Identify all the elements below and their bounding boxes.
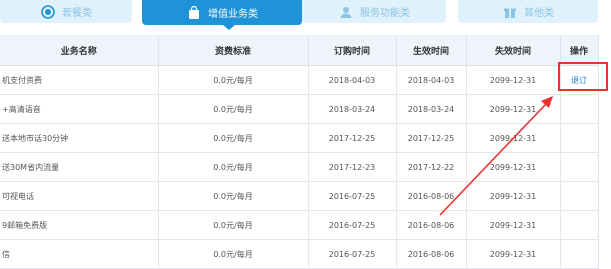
annotation-arrow [439,96,553,216]
